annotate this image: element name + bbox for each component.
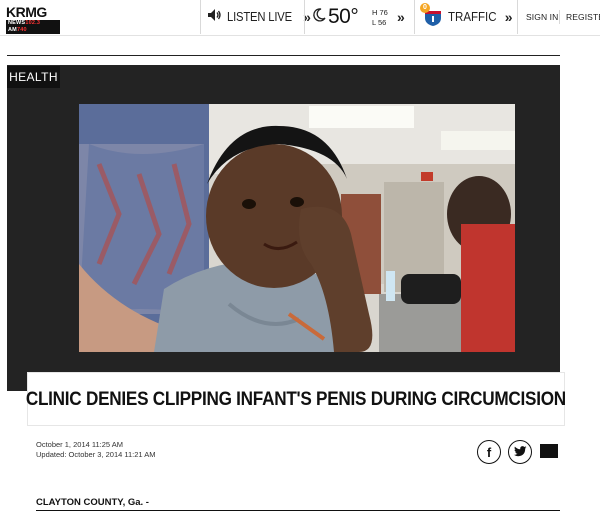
twitter-icon (513, 445, 527, 460)
published-date: October 1, 2014 11:25 AM (36, 440, 124, 449)
listen-live-button[interactable]: LISTEN LIVE » (208, 0, 311, 34)
facebook-share-button[interactable]: f (477, 440, 501, 464)
weather-moon-icon (312, 7, 326, 28)
sign-in-link[interactable]: SIGN IN (526, 0, 558, 34)
updated-date: Updated: October 3, 2014 11:21 AM (36, 450, 156, 459)
weather-high-low: H 76 L 56 (372, 8, 388, 28)
weather-widget[interactable]: 50° (312, 0, 359, 34)
traffic-count-badge: 0 (420, 3, 430, 13)
header-divider (304, 0, 305, 34)
header-divider (414, 0, 415, 34)
traffic-label: TRAFFIC (448, 10, 497, 24)
site-header: KRMG NEWS102.3 AM740 LISTEN LIVE » 50° H… (0, 0, 600, 36)
interstate-shield-icon: 0 (420, 3, 442, 27)
chevron-right-icon[interactable]: » (397, 9, 405, 25)
dateline-underline (36, 510, 560, 511)
email-share-button[interactable] (540, 444, 558, 458)
speaker-icon (208, 8, 222, 26)
category-badge[interactable]: HEALTH (7, 66, 60, 88)
header-divider (517, 0, 518, 34)
traffic-button[interactable]: 0 TRAFFIC » (420, 0, 513, 34)
header-divider (559, 10, 560, 24)
facebook-icon: f (486, 444, 492, 460)
logo-subline: NEWS102.3 AM740 (6, 20, 60, 34)
register-link[interactable]: REGISTER (566, 0, 600, 34)
headline-card: CLINIC DENIES CLIPPING INFANT'S PENIS DU… (25, 372, 567, 426)
listen-live-label: LISTEN LIVE (227, 10, 292, 24)
header-divider (200, 0, 201, 34)
article-photo-illustration (79, 104, 515, 352)
logo-word: KRMG (6, 4, 47, 20)
article-dateline: CLAYTON COUNTY, Ga. - (36, 497, 149, 508)
article-photo[interactable] (79, 104, 515, 352)
site-logo[interactable]: KRMG NEWS102.3 AM740 (6, 4, 62, 34)
chevron-right-icon: » (504, 9, 513, 25)
section-divider (7, 55, 560, 56)
weather-low: L 56 (372, 18, 387, 27)
twitter-share-button[interactable] (508, 440, 532, 464)
weather-temperature: 50° (328, 5, 359, 28)
weather-high: H 76 (372, 8, 388, 17)
article-headline: CLINIC DENIES CLIPPING INFANT'S PENIS DU… (25, 387, 567, 410)
article-dates: October 1, 2014 11:25 AM Updated: Octobe… (36, 440, 156, 460)
